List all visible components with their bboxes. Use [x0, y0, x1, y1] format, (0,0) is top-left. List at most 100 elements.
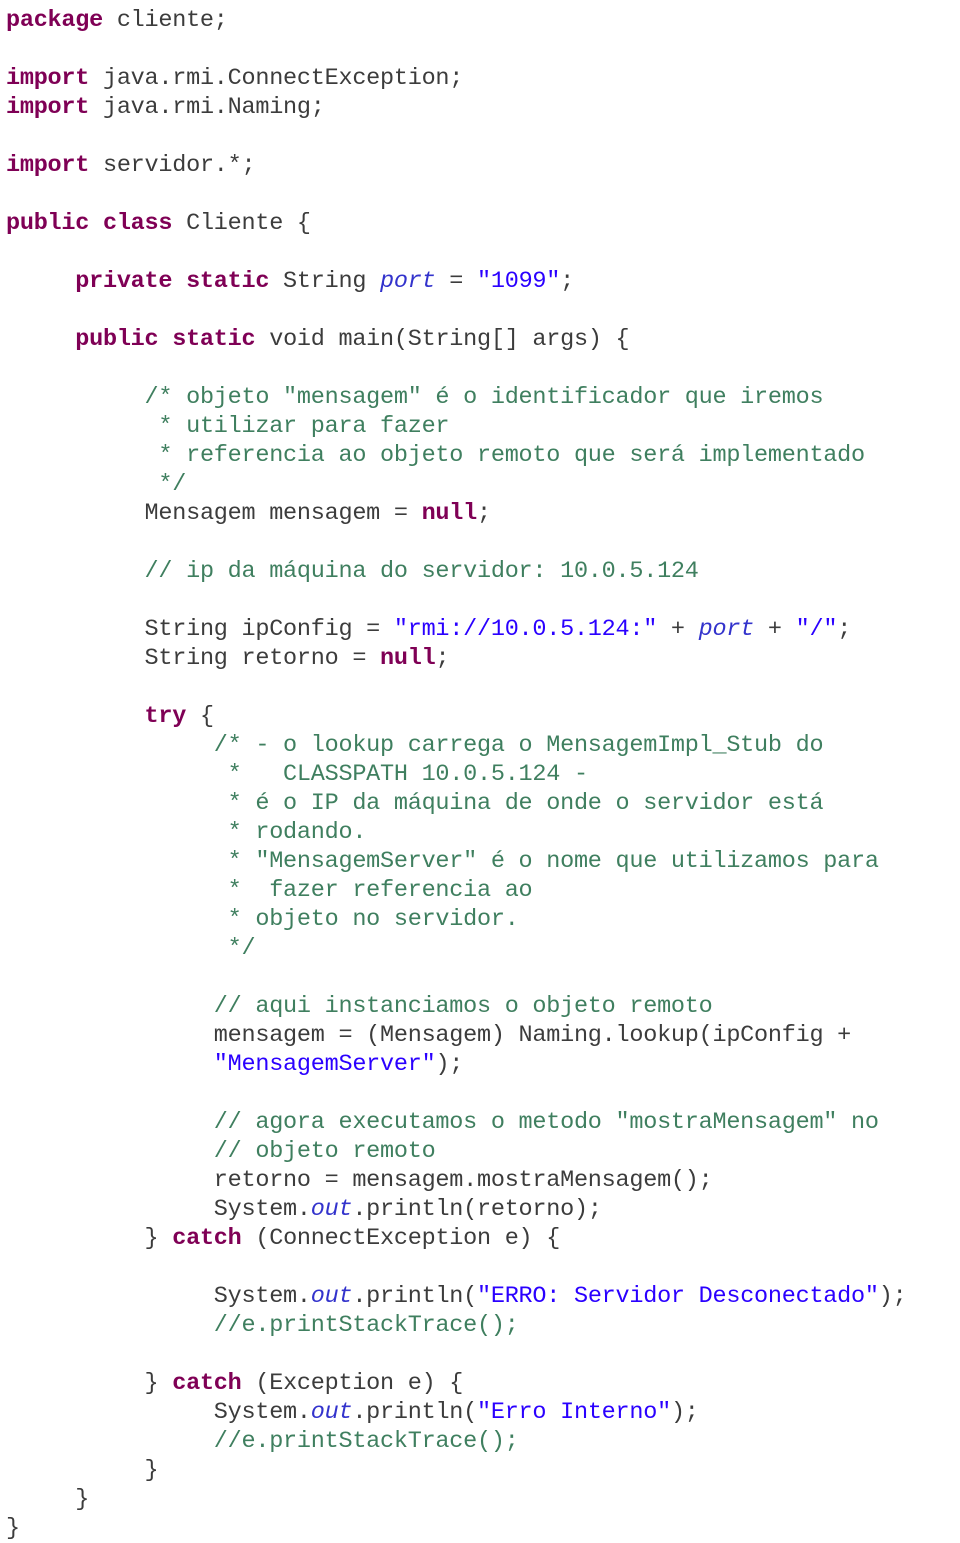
code-string: "ERRO: Servidor Desconectado"	[477, 1283, 879, 1310]
code-line: * é o IP da máquina de onde o servidor e…	[6, 789, 960, 818]
code-plain: String retorno =	[144, 645, 381, 672]
code-line: * rodando.	[6, 818, 960, 847]
code-plain: Cliente {	[172, 210, 311, 237]
code-line: String ipConfig = "rmi://10.0.5.124:" + …	[6, 615, 960, 644]
code-field: port	[380, 268, 436, 295]
code-plain: java.rmi.Naming;	[89, 94, 325, 121]
code-line: System.out.println("ERRO: Servidor Desco…	[6, 1282, 960, 1311]
code-plain: retorno = mensagem.mostraMensagem();	[213, 1167, 713, 1194]
code-comment: /* objeto "mensagem" é o identificador q…	[144, 384, 824, 411]
code-comment: // objeto remoto	[213, 1138, 436, 1165]
source-code-block: package cliente; import java.rmi.Connect…	[0, 0, 960, 1543]
code-line: /* objeto "mensagem" é o identificador q…	[6, 383, 960, 412]
code-line: * CLASSPATH 10.0.5.124 -	[6, 760, 960, 789]
code-comment: /* - o lookup carrega o MensagemImpl_Stu…	[213, 732, 824, 759]
code-line: private static String port = "1099";	[6, 267, 960, 296]
code-field: out	[310, 1399, 353, 1426]
code-plain: servidor.*;	[89, 152, 256, 179]
code-plain: }	[144, 1225, 173, 1252]
code-plain: String	[269, 268, 381, 295]
code-plain: }	[144, 1457, 159, 1484]
code-line: * "MensagemServer" é o nome que utilizam…	[6, 847, 960, 876]
code-plain: ;	[477, 500, 491, 527]
code-keyword: import	[6, 152, 90, 179]
code-string: "rmi://10.0.5.124:"	[393, 616, 658, 643]
code-line: import java.rmi.Naming;	[6, 93, 960, 122]
code-line: */	[6, 470, 960, 499]
source-code-lines: package cliente; import java.rmi.Connect…	[6, 6, 960, 1543]
code-line: mensagem = (Mensagem) Naming.lookup(ipCo…	[6, 1021, 960, 1050]
code-keyword: catch	[172, 1370, 242, 1397]
code-keyword: null	[380, 645, 436, 672]
code-line: * utilizar para fazer	[6, 412, 960, 441]
code-comment: //e.printStackTrace();	[213, 1312, 519, 1339]
code-comment: * CLASSPATH 10.0.5.124 -	[213, 761, 588, 788]
code-plain: System.	[213, 1196, 311, 1223]
code-plain: +	[754, 616, 796, 643]
code-line: * referencia ao objeto remoto que será i…	[6, 441, 960, 470]
code-line: Mensagem mensagem = null;	[6, 499, 960, 528]
code-plain: void main(String[] args) {	[255, 326, 630, 353]
code-line: // objeto remoto	[6, 1137, 960, 1166]
code-line: }	[6, 1456, 960, 1485]
code-string: "Erro Interno"	[477, 1399, 671, 1426]
code-plain: System.	[213, 1283, 311, 1310]
code-plain: Mensagem mensagem =	[144, 500, 422, 527]
code-comment: // aqui instanciamos o objeto remoto	[213, 993, 713, 1020]
code-keyword: import	[6, 65, 90, 92]
code-comment: // ip da máquina do servidor: 10.0.5.124	[144, 558, 699, 585]
code-comment: * rodando.	[213, 819, 367, 846]
code-plain: );	[878, 1283, 907, 1310]
code-line: // ip da máquina do servidor: 10.0.5.124	[6, 557, 960, 586]
code-comment: * fazer referencia ao	[213, 877, 533, 904]
code-listing: package cliente; import java.rmi.Connect…	[0, 0, 960, 1542]
code-plain: ;	[837, 616, 852, 643]
code-comment: * referencia ao objeto remoto que será i…	[144, 442, 865, 469]
code-keyword: private static	[75, 268, 270, 295]
code-plain: mensagem = (Mensagem) Naming.lookup(ipCo…	[213, 1022, 852, 1049]
code-line: import servidor.*;	[6, 151, 960, 180]
code-keyword: public static	[75, 326, 256, 353]
code-plain: .println(retorno);	[352, 1196, 602, 1223]
code-plain: ;	[560, 268, 574, 295]
code-line: System.out.println("Erro Interno");	[6, 1398, 960, 1427]
code-plain: }	[6, 1515, 20, 1542]
code-line: * objeto no servidor.	[6, 905, 960, 934]
code-line: try {	[6, 702, 960, 731]
code-comment: * "MensagemServer" é o nome que utilizam…	[213, 848, 879, 875]
code-line: /* - o lookup carrega o MensagemImpl_Stu…	[6, 731, 960, 760]
code-plain: {	[186, 703, 214, 730]
code-line: //e.printStackTrace();	[6, 1427, 960, 1456]
code-keyword: import	[6, 94, 90, 121]
code-line: * fazer referencia ao	[6, 876, 960, 905]
code-string: "/"	[795, 616, 838, 643]
code-comment: */	[213, 935, 256, 962]
code-line: }	[6, 1485, 960, 1514]
code-plain: }	[75, 1486, 90, 1513]
code-field: port	[698, 616, 755, 643]
code-plain: ;	[435, 645, 450, 672]
code-line: //e.printStackTrace();	[6, 1311, 960, 1340]
code-keyword: null	[421, 500, 478, 527]
code-line: */	[6, 934, 960, 963]
code-plain: java.rmi.ConnectException;	[89, 65, 464, 92]
code-field: out	[310, 1283, 353, 1310]
code-line: public static void main(String[] args) {	[6, 325, 960, 354]
code-field: out	[310, 1196, 353, 1223]
code-string: "MensagemServer"	[213, 1051, 436, 1078]
code-line: }	[6, 1514, 960, 1543]
code-plain: );	[435, 1051, 464, 1078]
code-plain: .println(	[352, 1399, 477, 1426]
code-string: "1099"	[477, 268, 561, 295]
code-comment: // agora executamos o metodo "mostraMens…	[213, 1109, 879, 1136]
code-keyword: catch	[172, 1225, 242, 1252]
code-comment: * utilizar para fazer	[144, 413, 450, 440]
